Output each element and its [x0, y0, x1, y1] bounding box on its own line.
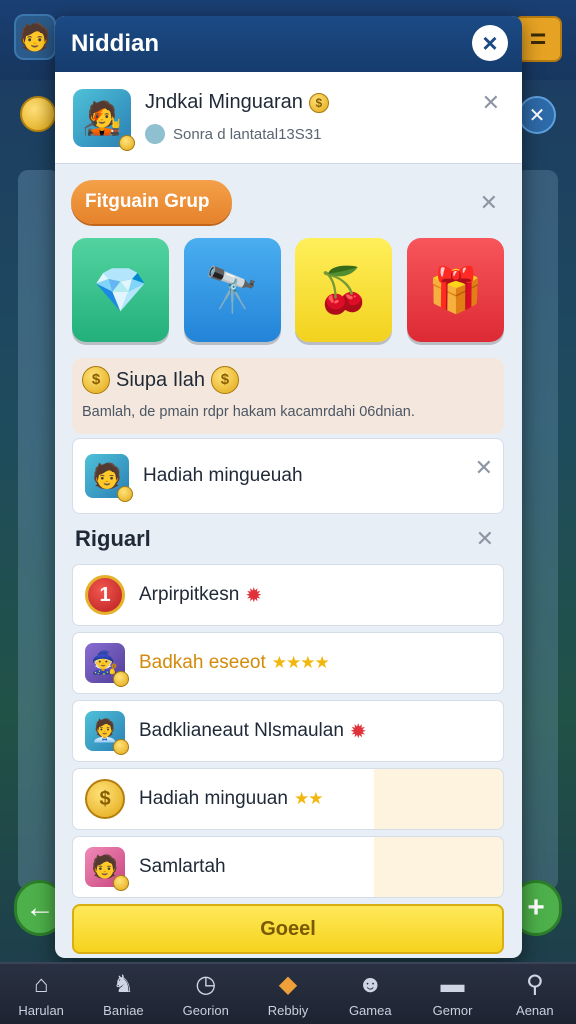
avatar: 🧑‍💼 — [85, 711, 129, 755]
reward-tiles: 💎 🔭 🍒 🎁 — [72, 238, 504, 342]
nav-item-inbox[interactable]: ▬ Gemor — [411, 964, 493, 1024]
avatar: 🧑‍🎤 — [73, 88, 135, 151]
stars-icon: ★★★★ — [271, 653, 330, 672]
background-left-panel — [18, 170, 60, 890]
gem-icon: ✹ — [245, 584, 263, 607]
reward-card-label: Hadiah mingueuah — [143, 465, 303, 486]
coin-icon: $ — [82, 366, 110, 394]
coin-icon — [113, 671, 129, 687]
list-item[interactable]: 🧙 Badkah eseeot ★★★★ — [72, 632, 504, 694]
list-item-label: Arpirpitkesn — [139, 584, 240, 605]
avatar: 🧑 — [85, 847, 129, 891]
badge-icon: 1 — [85, 575, 125, 615]
coin-icon: $ — [308, 92, 329, 113]
nav-item-label: Gamea — [348, 1003, 392, 1018]
nav-item-clock[interactable]: ◷ Georion — [165, 964, 247, 1024]
gem-icon: 💎 — [93, 266, 148, 315]
clock-icon: ◷ — [195, 971, 217, 998]
stars-icon: ★★ — [293, 789, 324, 808]
coin-icon — [113, 739, 129, 755]
inbox-icon: ▬ — [440, 971, 465, 998]
coin-icon — [117, 486, 133, 502]
gem-icon: ✹ — [349, 720, 367, 743]
list-item-label: Samlartah — [139, 856, 226, 877]
gift-icon: 🎁 — [428, 266, 483, 315]
background-coin-icon — [20, 96, 56, 132]
background-right-panel — [516, 170, 558, 890]
list-item[interactable]: 1 Arpirpitkesn ✹ — [72, 564, 504, 626]
weekly-reward-card[interactable]: 🧑 Hadiah mingueuah ✕ — [72, 438, 504, 514]
list-item-label: Badkah eseeot — [139, 652, 266, 673]
list-item-label: Badklianeaut Nlsmaulan — [139, 720, 344, 741]
home-icon: ⌂ — [33, 971, 49, 998]
close-icon: × — [482, 28, 498, 58]
background-bird-icon: ✕ — [518, 96, 556, 134]
list-item[interactable]: 🧑 Samlartah — [72, 836, 504, 898]
cta-button[interactable]: Goeel — [72, 904, 504, 954]
coin-icon — [113, 875, 129, 891]
coin-icon: $ — [85, 779, 125, 819]
coin-icon: $ — [210, 366, 239, 394]
profile-name: Jndkai Minguaran — [145, 91, 303, 113]
gift-tile[interactable]: 🎁 — [406, 238, 504, 342]
bottom-nav: ⌂ Harulan ♞ Baniae ◷ Georion ◆ Rebbiy ☻ … — [0, 962, 576, 1024]
profile-id: Sonra d lantatal13S31 — [173, 125, 322, 143]
close-icon[interactable]: ✕ — [480, 192, 498, 214]
promo-description: Bamlah, de pmain rdpr hakam kacamrdahi 0… — [82, 404, 415, 420]
cherry-icon: 🍒 — [316, 266, 372, 315]
avatar: 🧑 — [85, 454, 133, 502]
promo-title: Siupa Ilah — [116, 368, 205, 391]
character-icon: ♞ — [112, 971, 135, 998]
close-icon[interactable]: ✕ — [476, 528, 494, 550]
cherry-tile[interactable]: 🍒 — [295, 238, 393, 342]
reward-list: 1 Arpirpitkesn ✹ 🧙 Badkah eseeot ★★★★ 🧑‍… — [72, 564, 504, 904]
nav-item-label: Georion — [182, 1003, 229, 1018]
profile-row: 🧑‍🎤 Jndkai Minguaran $ Sonra d lantatal1… — [55, 72, 522, 164]
background-avatar-icon: 🧑 — [14, 14, 56, 60]
close-icon[interactable]: ✕ — [475, 457, 493, 479]
gem-tile[interactable]: 💎 — [72, 238, 169, 342]
section-title: Riguarl — [75, 526, 151, 551]
id-badge-icon — [145, 124, 165, 144]
nav-item-home[interactable]: ⌂ Harulan — [0, 964, 82, 1024]
group-pill[interactable]: Fitguain Grup — [71, 180, 232, 224]
rewards-modal: Niddian × 🧑‍🎤 Jndkai Minguaran $ Sonra d… — [55, 16, 522, 958]
nav-item-label: Aenan — [516, 1003, 554, 1018]
nav-item-label: Gemor — [432, 1003, 473, 1018]
close-button[interactable]: × — [472, 25, 508, 61]
coin-icon — [119, 134, 135, 151]
games-icon: ☻ — [357, 971, 383, 998]
list-item[interactable]: $ Hadiah minguuan ★★ — [72, 768, 504, 830]
modal-header: Niddian × — [55, 16, 522, 72]
telescope-icon: 🔭 — [204, 266, 260, 315]
nav-item-label: Baniae — [103, 1003, 144, 1018]
telescope-tile[interactable]: 🔭 — [183, 238, 281, 342]
nav-item-shop[interactable]: ◆ Rebbiy — [247, 964, 329, 1024]
nav-item-games[interactable]: ☻ Gamea — [329, 964, 411, 1024]
avatar: 🧙 — [85, 643, 129, 687]
promo-banner: $ Siupa Ilah $ Bamlah, de pmain rdpr hak… — [72, 358, 504, 434]
list-item[interactable]: 🧑‍💼 Badklianeaut Nlsmaulan ✹ — [72, 700, 504, 762]
nav-item-label: Rebbiy — [267, 1003, 309, 1018]
nav-item-character[interactable]: ♞ Baniae — [82, 964, 164, 1024]
nav-item-search[interactable]: ⚲ Aenan — [494, 964, 576, 1024]
shop-icon: ◆ — [278, 971, 298, 998]
list-item-label: Hadiah minguuan — [139, 788, 288, 809]
modal-title: Niddian — [71, 30, 159, 57]
nav-item-label: Harulan — [18, 1003, 64, 1018]
close-icon[interactable]: ✕ — [482, 92, 500, 114]
search-icon: ⚲ — [526, 971, 544, 998]
